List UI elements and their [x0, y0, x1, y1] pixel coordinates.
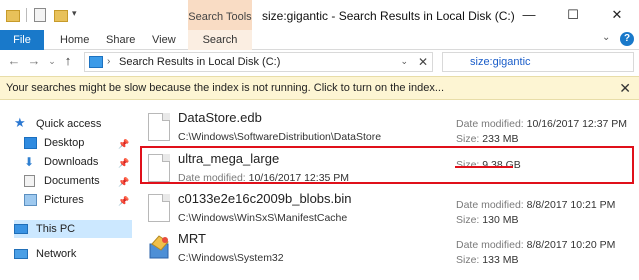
date-label: Date modified:	[456, 118, 524, 130]
highlight-box	[140, 146, 634, 184]
search-results-folder-icon	[89, 56, 103, 68]
date-label: Date modified:	[456, 199, 524, 211]
sidebar-item-label: Downloads	[44, 156, 99, 168]
ribbon-tab-bar: File Home Share View Search ⌄ ?	[0, 30, 639, 50]
file-name: MRT	[178, 231, 206, 246]
properties-icon[interactable]	[34, 8, 46, 22]
size-label: Size:	[456, 214, 480, 226]
customize-toolbar-dropdown-icon[interactable]: ▾	[72, 8, 77, 19]
list-item[interactable]: c0133e2e16c2009b_blobs.bin C:\Windows\Wi…	[140, 188, 639, 232]
help-icon[interactable]: ?	[620, 32, 634, 46]
index-warning-bar[interactable]: Your searches might be slow because the …	[0, 76, 639, 100]
folder-icon[interactable]	[6, 10, 20, 22]
sidebar-item-label: This PC	[36, 223, 76, 235]
file-date: Date modified: 10/16/2017 12:37 PM	[456, 118, 627, 130]
file-path: C:\Windows\SoftwareDistribution\DataStor…	[178, 131, 382, 143]
size-value: 130 MB	[482, 214, 519, 226]
computer-icon	[14, 224, 28, 234]
index-warning-message[interactable]: Your searches might be slow because the …	[6, 82, 444, 94]
file-size: Size: 133 MB	[456, 254, 518, 266]
new-folder-icon[interactable]	[54, 10, 68, 22]
navigation-bar: ← → ⌄ ↑ › Search Results in Local Disk (…	[0, 50, 639, 74]
size-label: Size:	[456, 254, 480, 266]
size-label: Size:	[456, 133, 480, 145]
date-value: 8/8/2017 10:21 PM	[526, 199, 616, 211]
file-name: c0133e2e16c2009b_blobs.bin	[178, 191, 352, 206]
star-icon: ★	[14, 115, 26, 130]
pictures-icon	[24, 194, 37, 206]
pin-icon: 📌	[118, 139, 130, 149]
tab-share[interactable]: Share	[106, 30, 135, 50]
breadcrumb-chevron-icon[interactable]: ›	[107, 56, 110, 67]
size-value: 233 MB	[482, 133, 519, 145]
back-arrow-icon[interactable]: ←	[6, 53, 22, 68]
size-value: 133 MB	[482, 254, 519, 266]
tab-home[interactable]: Home	[60, 30, 89, 50]
sidebar-item-this-pc[interactable]: This PC	[14, 220, 132, 238]
pin-icon: 📌	[118, 158, 130, 168]
file-size: Size: 130 MB	[456, 214, 518, 226]
sidebar-item-downloads[interactable]: ⬇ Downloads	[24, 153, 132, 171]
maximize-button[interactable]: ☐	[551, 4, 595, 26]
desktop-icon	[24, 137, 37, 149]
size-underline	[455, 166, 513, 168]
file-path: C:\Windows\System32	[178, 252, 284, 264]
expand-ribbon-chevron-icon[interactable]: ⌄	[602, 32, 610, 43]
list-item[interactable]: DataStore.edb C:\Windows\SoftwareDistrib…	[140, 107, 639, 151]
sidebar-item-label: Pictures	[44, 194, 84, 206]
file-icon	[148, 113, 170, 141]
date-value: 10/16/2017 12:37 PM	[526, 118, 628, 130]
file-name: DataStore.edb	[178, 110, 262, 125]
file-icon	[148, 194, 170, 222]
sidebar-item-label: Documents	[44, 175, 100, 187]
tab-search[interactable]: Search	[188, 30, 252, 50]
quick-access-toolbar-separator	[26, 8, 27, 22]
close-button[interactable]: ✕	[595, 4, 639, 26]
forward-arrow-icon[interactable]: →	[26, 53, 42, 68]
sidebar-item-label: Desktop	[44, 137, 85, 149]
search-results-list: DataStore.edb C:\Windows\SoftwareDistrib…	[140, 101, 639, 280]
sidebar-item-pictures[interactable]: Pictures	[24, 191, 132, 209]
tab-view[interactable]: View	[152, 30, 176, 50]
file-date: Date modified: 8/8/2017 10:20 PM	[456, 239, 615, 251]
sidebar-item-documents[interactable]: Documents	[24, 172, 132, 190]
recent-locations-dropdown-icon[interactable]: ⌄	[44, 56, 60, 67]
pin-icon: 📌	[118, 196, 130, 206]
network-icon	[14, 249, 28, 259]
window-title: size:gigantic - Search Results in Local …	[262, 9, 515, 23]
search-input[interactable]: size:gigantic	[470, 56, 531, 68]
navigation-pane: ★ Quick access Desktop 📌 ⬇ Downloads 📌 D…	[0, 101, 132, 280]
sidebar-item-desktop[interactable]: Desktop	[24, 134, 132, 152]
address-bar[interactable]: › Search Results in Local Disk (C:) ⌄ ✕	[84, 52, 433, 72]
sidebar-item-label: Network	[36, 248, 77, 260]
sidebar-item-label: Quick access	[36, 118, 102, 130]
file-path: C:\Windows\WinSxS\ManifestCache	[178, 212, 348, 224]
title-bar: ▾ Search Tools size:gigantic - Search Re…	[0, 0, 639, 30]
breadcrumb[interactable]: Search Results in Local Disk (C:)	[119, 56, 280, 68]
refresh-icon[interactable]: ✕	[418, 55, 428, 69]
address-dropdown-icon[interactable]: ⌄	[400, 56, 408, 67]
file-size: Size: 233 MB	[456, 133, 518, 145]
pin-icon: 📌	[118, 177, 130, 187]
date-value: 8/8/2017 10:20 PM	[526, 239, 616, 251]
download-arrow-icon: ⬇	[24, 155, 35, 169]
malicious-software-removal-tool-icon	[149, 235, 169, 259]
search-box[interactable]: size:gigantic	[442, 52, 634, 72]
up-arrow-icon[interactable]: ↑	[60, 53, 76, 68]
file-date: Date modified: 8/8/2017 10:21 PM	[456, 199, 615, 211]
minimize-button[interactable]: —	[507, 4, 551, 26]
list-item[interactable]: MRT C:\Windows\System32 Date modified: 8…	[140, 228, 639, 272]
documents-icon	[24, 175, 35, 187]
tab-file[interactable]: File	[0, 30, 44, 50]
search-tools-context-tab: Search Tools	[188, 0, 252, 30]
close-warning-icon[interactable]: ✕	[619, 80, 631, 97]
date-label: Date modified:	[456, 239, 524, 251]
